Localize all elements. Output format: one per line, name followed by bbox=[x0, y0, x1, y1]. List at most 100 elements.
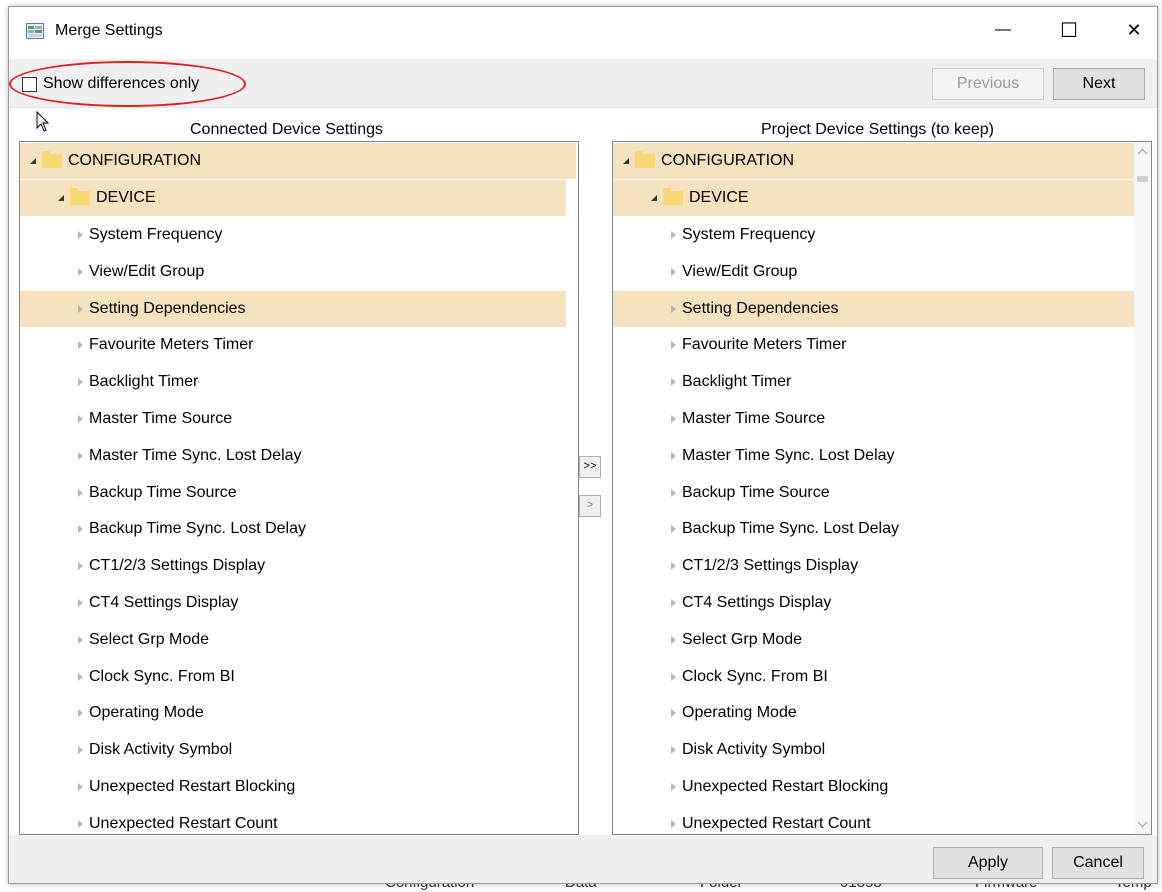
tree-node-device[interactable]: DEVICE bbox=[20, 180, 566, 216]
expand-arrow-icon[interactable] bbox=[58, 195, 64, 201]
expand-arrow-icon[interactable] bbox=[78, 341, 83, 350]
tree-item-setting[interactable]: Backlight Timer bbox=[613, 364, 1134, 400]
project-device-tree[interactable]: CONFIGURATION DEVICE System Frequency Vie… bbox=[612, 141, 1152, 835]
expand-arrow-icon[interactable] bbox=[671, 231, 676, 239]
scroll-down-icon[interactable] bbox=[1137, 820, 1148, 828]
tree-item-label: System Frequency bbox=[89, 226, 223, 243]
expand-arrow-icon[interactable] bbox=[78, 746, 83, 755]
tree-item-setting[interactable]: CT1/2/3 Settings Display bbox=[20, 548, 566, 584]
expand-arrow-icon[interactable] bbox=[651, 195, 657, 201]
tree-item-setting[interactable]: System Frequency bbox=[20, 217, 566, 253]
expand-arrow-icon[interactable] bbox=[78, 672, 83, 681]
expand-arrow-icon[interactable] bbox=[78, 525, 83, 534]
title-bar[interactable]: Merge Settings — ☐ ✕ bbox=[9, 7, 1157, 53]
copy-all-button[interactable]: >> bbox=[579, 456, 601, 478]
copy-selected-button[interactable]: > bbox=[579, 495, 601, 517]
tree-item-setting[interactable]: Backup Time Source bbox=[20, 475, 566, 511]
connected-device-settings-title: Connected Device Settings bbox=[190, 121, 383, 138]
expand-arrow-icon[interactable] bbox=[671, 267, 676, 276]
tree-item-setting[interactable]: Backup Time Source bbox=[613, 475, 1134, 511]
expand-arrow-icon[interactable] bbox=[671, 525, 676, 534]
expand-arrow-icon[interactable] bbox=[78, 819, 83, 828]
tree-item-setting[interactable]: Operating Mode bbox=[20, 695, 566, 731]
next-button[interactable]: Next bbox=[1053, 68, 1145, 100]
tree-item-setting[interactable]: Unexpected Restart Count bbox=[20, 806, 566, 834]
tree-item-label: Clock Sync. From BI bbox=[682, 667, 828, 685]
expand-arrow-icon[interactable] bbox=[671, 304, 676, 313]
expand-arrow-icon[interactable] bbox=[671, 378, 676, 387]
expand-arrow-icon[interactable] bbox=[78, 783, 83, 791]
tree-item-setting[interactable]: View/Edit Group bbox=[613, 254, 1134, 290]
expand-arrow-icon[interactable] bbox=[671, 746, 676, 755]
tree-item-setting[interactable]: Backup Time Sync. Lost Delay bbox=[20, 511, 566, 547]
expand-arrow-icon[interactable] bbox=[671, 599, 676, 607]
expand-arrow-icon[interactable] bbox=[78, 635, 83, 644]
tree-item-setting[interactable]: Master Time Source bbox=[20, 401, 566, 437]
tree-item-setting[interactable]: Select Grp Mode bbox=[20, 622, 566, 658]
expand-arrow-icon[interactable] bbox=[78, 304, 83, 313]
minimize-button[interactable]: — bbox=[980, 7, 1026, 53]
tree-item-setting[interactable]: Clock Sync. From BI bbox=[20, 659, 566, 695]
tree-item-setting[interactable]: Clock Sync. From BI bbox=[613, 659, 1134, 695]
expand-arrow-icon[interactable] bbox=[78, 562, 83, 571]
vertical-scrollbar[interactable] bbox=[1134, 142, 1151, 834]
expand-arrow-icon[interactable] bbox=[30, 158, 36, 164]
tree-node-device[interactable]: DEVICE bbox=[613, 180, 1134, 216]
maximize-button[interactable]: ☐ bbox=[1046, 7, 1092, 53]
expand-arrow-icon[interactable] bbox=[78, 451, 83, 460]
tree-item-setting[interactable]: Master Time Sync. Lost Delay bbox=[613, 438, 1134, 474]
tree-item-setting[interactable]: Master Time Sync. Lost Delay bbox=[20, 438, 566, 474]
connected-device-tree[interactable]: CONFIGURATION DEVICE System Frequency Vie… bbox=[19, 141, 579, 835]
tree-item-label: Clock Sync. From BI bbox=[89, 667, 235, 685]
expand-arrow-icon[interactable] bbox=[671, 635, 676, 644]
tree-item-setting[interactable]: View/Edit Group bbox=[20, 254, 566, 290]
expand-arrow-icon[interactable] bbox=[78, 415, 83, 423]
expand-arrow-icon[interactable] bbox=[623, 158, 629, 164]
tree-item-setting[interactable]: CT1/2/3 Settings Display bbox=[613, 548, 1134, 584]
scrollbar-thumb[interactable] bbox=[1137, 176, 1148, 182]
expand-arrow-icon[interactable] bbox=[78, 267, 83, 276]
tree-item-setting[interactable]: Disk Activity Symbol bbox=[613, 732, 1134, 768]
tree-item-setting[interactable]: Favourite Meters Timer bbox=[613, 327, 1134, 363]
expand-arrow-icon[interactable] bbox=[78, 378, 83, 387]
tree-item-setting[interactable]: Setting Dependencies bbox=[613, 290, 1134, 327]
expand-arrow-icon[interactable] bbox=[78, 231, 83, 239]
expand-arrow-icon[interactable] bbox=[671, 819, 676, 828]
tree-item-setting[interactable]: Unexpected Restart Count bbox=[613, 806, 1134, 834]
expand-arrow-icon[interactable] bbox=[671, 341, 676, 350]
tree-node-label: CONFIGURATION bbox=[68, 152, 202, 169]
close-button[interactable]: ✕ bbox=[1111, 7, 1157, 53]
expand-arrow-icon[interactable] bbox=[78, 709, 83, 718]
tree-node-configuration[interactable]: CONFIGURATION bbox=[613, 143, 1134, 179]
tree-item-setting[interactable]: Backlight Timer bbox=[20, 364, 566, 400]
expand-arrow-icon[interactable] bbox=[671, 451, 676, 460]
expand-arrow-icon[interactable] bbox=[78, 488, 83, 497]
tree-item-setting[interactable]: Unexpected Restart Blocking bbox=[613, 769, 1134, 805]
expand-arrow-icon[interactable] bbox=[671, 709, 676, 718]
previous-button[interactable]: Previous bbox=[932, 68, 1044, 100]
tree-item-setting[interactable]: Disk Activity Symbol bbox=[20, 732, 566, 768]
expand-arrow-icon[interactable] bbox=[671, 672, 676, 681]
tree-item-setting[interactable]: Operating Mode bbox=[613, 695, 1134, 731]
apply-button[interactable]: Apply bbox=[933, 847, 1043, 879]
tree-item-setting[interactable]: Backup Time Sync. Lost Delay bbox=[613, 511, 1134, 547]
show-differences-toggle[interactable]: Show differences only bbox=[22, 74, 199, 94]
tree-item-setting[interactable]: Favourite Meters Timer bbox=[20, 327, 566, 363]
cancel-button[interactable]: Cancel bbox=[1052, 847, 1144, 879]
tree-node-configuration[interactable]: CONFIGURATION bbox=[20, 143, 576, 179]
expand-arrow-icon[interactable] bbox=[671, 415, 676, 423]
expand-arrow-icon[interactable] bbox=[671, 783, 676, 791]
expand-arrow-icon[interactable] bbox=[671, 562, 676, 571]
tree-item-setting[interactable]: Select Grp Mode bbox=[613, 622, 1134, 658]
show-differences-checkbox[interactable] bbox=[22, 76, 37, 92]
tree-item-setting[interactable]: Master Time Source bbox=[613, 401, 1134, 437]
tree-item-setting[interactable]: CT4 Settings Display bbox=[20, 585, 566, 621]
tree-item-setting[interactable]: CT4 Settings Display bbox=[613, 585, 1134, 621]
tree-item-setting[interactable]: Setting Dependencies bbox=[20, 290, 566, 327]
tree-item-setting[interactable]: Unexpected Restart Blocking bbox=[20, 769, 566, 805]
expand-arrow-icon[interactable] bbox=[78, 599, 83, 607]
tree-item-label: Backup Time Sync. Lost Delay bbox=[682, 520, 899, 538]
scroll-up-icon[interactable] bbox=[1137, 148, 1148, 156]
tree-item-setting[interactable]: System Frequency bbox=[613, 217, 1134, 253]
expand-arrow-icon[interactable] bbox=[671, 488, 676, 497]
